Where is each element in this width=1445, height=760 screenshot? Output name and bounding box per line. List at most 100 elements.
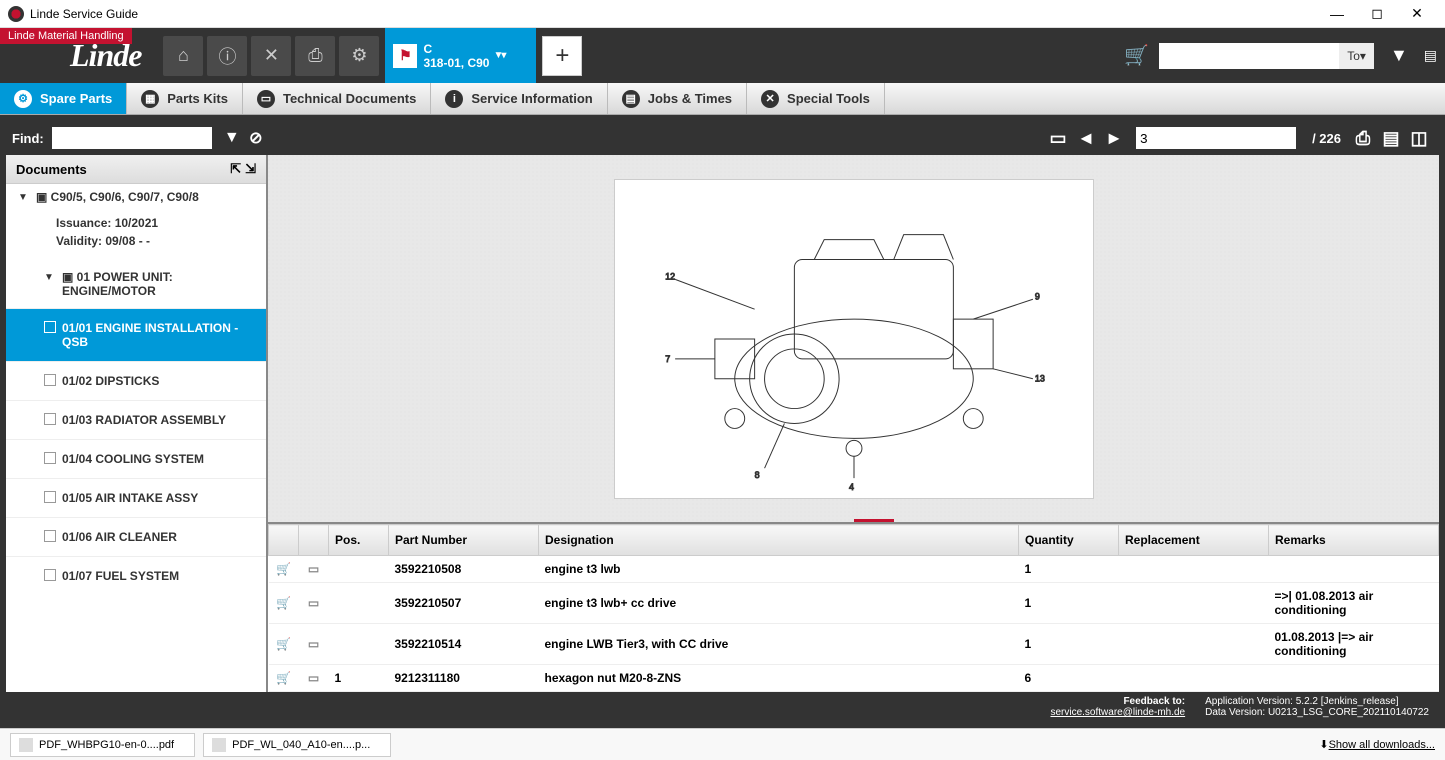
info-icon: i xyxy=(445,90,463,108)
prev-page-button[interactable]: ◄ xyxy=(1072,126,1100,150)
table-header-row: Pos. Part Number Designation Quantity Re… xyxy=(269,525,1439,556)
chevron-down-icon: ▼ xyxy=(44,272,54,283)
vehicle-line1: C xyxy=(423,42,489,56)
cart-icon[interactable]: 🛒 xyxy=(1124,43,1149,68)
settings-button[interactable]: ⚙ xyxy=(339,36,379,76)
add-to-cart-icon[interactable]: 🛒 xyxy=(269,624,299,665)
layout-button-1[interactable]: ▤ xyxy=(1377,126,1405,150)
tree-meta: Issuance: 10/2021 Validity: 09/08 - - xyxy=(6,210,266,260)
svg-text:12: 12 xyxy=(665,271,675,281)
clear-filter-button[interactable]: ⊘ xyxy=(244,126,268,150)
note-icon[interactable]: ▭ xyxy=(299,556,329,583)
add-to-cart-icon[interactable]: 🛒 xyxy=(269,583,299,624)
filter-icon[interactable]: ▼ xyxy=(1390,45,1408,66)
page-input[interactable] xyxy=(1136,127,1296,149)
gear-icon: ⚙ xyxy=(14,90,32,108)
tree-item-01-02[interactable]: 01/02 DIPSTICKS xyxy=(6,361,266,400)
window-title: Linde Service Guide xyxy=(30,7,138,21)
expand-tree-icon[interactable]: ⇱ xyxy=(230,161,241,177)
tab-jobs-times[interactable]: ▤Jobs & Times xyxy=(608,83,747,114)
tab-special-tools[interactable]: ✕Special Tools xyxy=(747,83,885,114)
document-icon: ▭ xyxy=(257,90,275,108)
chevron-down-icon: ▼ xyxy=(18,192,28,203)
layout-button-2[interactable]: ◫ xyxy=(1405,126,1433,150)
filter-button[interactable]: ▼ xyxy=(220,126,244,150)
main-panel: 12 7 9 13 4 8 xyxy=(268,155,1439,692)
documents-header: Documents ⇱ ⇲ xyxy=(6,155,266,184)
note-icon[interactable]: ▭ xyxy=(299,583,329,624)
forklift-icon: ⚑ xyxy=(393,44,417,68)
tree-item-01-01[interactable]: 01/01 ENGINE INSTALLATION - QSB xyxy=(6,308,266,361)
wrench-icon: ✕ xyxy=(761,90,779,108)
content-area: Find: ▼ ⊘ ▭ ◄ ► / 226 ⎙ ▤ ◫ Documents ⇱ … xyxy=(0,115,1445,728)
tree-item-01-06[interactable]: 01/06 AIR CLEANER xyxy=(6,517,266,556)
minimize-button[interactable]: — xyxy=(1317,0,1357,28)
add-to-cart-icon[interactable]: 🛒 xyxy=(269,556,299,583)
pdf-icon xyxy=(19,738,33,752)
workspace: Documents ⇱ ⇲ ▼ ▣ C90/5, C90/6, C90/7, C… xyxy=(6,155,1439,692)
tab-service-information[interactable]: iService Information xyxy=(431,83,607,114)
brand-tag: Linde Material Handling xyxy=(0,28,132,44)
tree-root[interactable]: ▼ ▣ C90/5, C90/6, C90/7, C90/8 xyxy=(6,184,266,210)
home-button[interactable]: ⌂ xyxy=(163,36,203,76)
add-vehicle-button[interactable]: + xyxy=(542,36,582,76)
svg-text:9: 9 xyxy=(1034,291,1039,301)
vehicle-tab[interactable]: ⚑ C 318-01, C90 ▼ ▾ xyxy=(385,28,536,83)
tab-technical-documents[interactable]: ▭Technical Documents xyxy=(243,83,431,114)
bookmark-icon[interactable]: ▭ xyxy=(1044,126,1072,150)
find-bar: Find: ▼ ⊘ ▭ ◄ ► / 226 ⎙ ▤ ◫ xyxy=(6,121,1439,155)
main-tabs: ⚙Spare Parts ▦Parts Kits ▭Technical Docu… xyxy=(0,83,1445,115)
download-bar: PDF_WHBPG10-en-0....pdf PDF_WL_040_A10-e… xyxy=(0,728,1445,760)
table-row[interactable]: 🛒▭3592210514engine LWB Tier3, with CC dr… xyxy=(269,624,1439,665)
window-titlebar: Linde Service Guide — ◻ ✕ xyxy=(0,0,1445,28)
tools-button[interactable]: ✕ xyxy=(251,36,291,76)
maximize-button[interactable]: ◻ xyxy=(1357,0,1397,28)
pdf-icon xyxy=(212,738,226,752)
download-arrow-icon: ⬇ xyxy=(1319,738,1328,751)
chevron-down-icon: ▾ xyxy=(501,50,506,61)
menu-icon[interactable]: ▤ xyxy=(1424,47,1437,64)
tree-item-01-03[interactable]: 01/03 RADIATOR ASSEMBLY xyxy=(6,400,266,439)
app-icon xyxy=(8,6,24,22)
tree-item-01-04[interactable]: 01/04 COOLING SYSTEM xyxy=(6,439,266,478)
download-item[interactable]: PDF_WL_040_A10-en....p... xyxy=(203,733,391,757)
print-button[interactable]: ⎙ xyxy=(295,36,335,76)
next-page-button[interactable]: ► xyxy=(1100,126,1128,150)
tab-parts-kits[interactable]: ▦Parts Kits xyxy=(127,83,243,114)
download-item[interactable]: PDF_WHBPG10-en-0....pdf xyxy=(10,733,195,757)
tab-spare-parts[interactable]: ⚙Spare Parts xyxy=(0,83,127,114)
show-all-downloads-link[interactable]: Show all downloads... xyxy=(1329,739,1435,751)
search-to-dropdown[interactable]: To ▾ xyxy=(1339,43,1374,69)
find-label: Find: xyxy=(12,131,44,146)
document-tree: ▼ ▣ C90/5, C90/6, C90/7, C90/8 Issuance:… xyxy=(6,184,266,692)
clipboard-icon: ▤ xyxy=(622,90,640,108)
top-search-input[interactable] xyxy=(1159,43,1339,69)
note-icon[interactable]: ▭ xyxy=(299,665,329,692)
collapse-tree-icon[interactable]: ⇲ xyxy=(245,161,256,177)
tree-item-01-07[interactable]: 01/07 FUEL SYSTEM xyxy=(6,556,266,595)
kit-icon: ▦ xyxy=(141,90,159,108)
table-row[interactable]: 🛒▭3592210508engine t3 lwb1 xyxy=(269,556,1439,583)
table-row[interactable]: 🛒▭19212311180hexagon nut M20-8-ZNS6 xyxy=(269,665,1439,692)
diagram-viewer[interactable]: 12 7 9 13 4 8 xyxy=(268,155,1439,522)
status-bar: Feedback to: service.software@linde-mh.d… xyxy=(6,692,1439,722)
svg-text:13: 13 xyxy=(1034,373,1044,383)
info-button[interactable]: ⓘ xyxy=(207,36,247,76)
svg-text:4: 4 xyxy=(849,482,854,492)
engine-diagram: 12 7 9 13 4 8 xyxy=(614,179,1094,499)
tree-group[interactable]: ▼ ▣ 01 POWER UNIT: ENGINE/MOTOR xyxy=(6,260,266,308)
close-button[interactable]: ✕ xyxy=(1397,0,1437,28)
print-page-button[interactable]: ⎙ xyxy=(1349,126,1377,150)
scroll-indicator xyxy=(854,519,894,522)
add-to-cart-icon[interactable]: 🛒 xyxy=(269,665,299,692)
table-row[interactable]: 🛒▭3592210507engine t3 lwb+ cc drive1=>| … xyxy=(269,583,1439,624)
find-input[interactable] xyxy=(52,127,212,149)
svg-text:8: 8 xyxy=(754,470,759,480)
page-total: / 226 xyxy=(1312,131,1341,146)
tree-item-01-05[interactable]: 01/05 AIR INTAKE ASSY xyxy=(6,478,266,517)
app-header: Linde ⌂ ⓘ ✕ ⎙ ⚙ ⚑ C 318-01, C90 ▼ ▾ + 🛒 … xyxy=(0,28,1445,83)
feedback-email-link[interactable]: service.software@linde-mh.de xyxy=(1050,707,1185,718)
svg-text:7: 7 xyxy=(665,353,670,363)
note-icon[interactable]: ▭ xyxy=(299,624,329,665)
documents-sidebar: Documents ⇱ ⇲ ▼ ▣ C90/5, C90/6, C90/7, C… xyxy=(6,155,268,692)
